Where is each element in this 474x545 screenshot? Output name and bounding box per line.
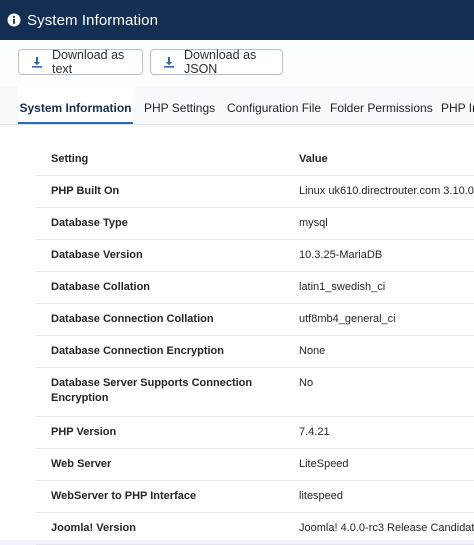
tab-folder-permissions[interactable]: Folder Permissions bbox=[330, 86, 433, 124]
tab-system-information[interactable]: System Information bbox=[18, 86, 133, 124]
download-json-label: Download as JSON bbox=[184, 48, 257, 76]
info-icon bbox=[7, 13, 21, 27]
setting-value: LiteSpeed bbox=[299, 458, 349, 470]
setting-label: Database Connection Encryption bbox=[51, 345, 224, 357]
setting-label: Database Version bbox=[51, 249, 143, 261]
download-text-button[interactable]: Download as text bbox=[18, 48, 143, 76]
download-json-button[interactable]: Download as JSON bbox=[150, 48, 283, 76]
setting-label: Database Collation bbox=[51, 281, 151, 293]
table-row: Database Connection Collation utf8mb4_ge… bbox=[36, 304, 474, 336]
page-header: System Information bbox=[0, 0, 474, 40]
system-info-card: System Information PHP Settings Configur… bbox=[0, 86, 474, 545]
download-icon bbox=[31, 56, 43, 68]
setting-value: 7.4.21 bbox=[299, 426, 330, 438]
toolbar: Download as text Download as JSON bbox=[0, 40, 474, 87]
table-row: Database Connection Encryption None bbox=[36, 336, 474, 368]
setting-value: No bbox=[299, 377, 314, 389]
setting-label: WebServer to PHP Interface bbox=[51, 490, 197, 502]
setting-label: Database Type bbox=[51, 217, 128, 229]
table-header-row: Setting Value bbox=[36, 142, 474, 176]
setting-value: mysql bbox=[299, 217, 328, 229]
tab-php-settings[interactable]: PHP Settings bbox=[144, 86, 215, 124]
download-icon bbox=[163, 56, 175, 68]
setting-value: Joomla! 4.0.0-rc3 Release Candidate bbox=[299, 522, 474, 534]
setting-value: utf8mb4_general_ci bbox=[299, 313, 396, 325]
column-header-value: Value bbox=[299, 153, 328, 165]
table-row: PHP Built On Linux uk610.directrouter.co… bbox=[36, 176, 474, 208]
setting-label: Web Server bbox=[51, 458, 112, 470]
page-title: System Information bbox=[27, 11, 159, 29]
download-text-label: Download as text bbox=[52, 48, 125, 76]
setting-value: None bbox=[299, 345, 326, 357]
setting-label: Database Connection Collation bbox=[51, 313, 214, 325]
setting-label: PHP Built On bbox=[51, 185, 120, 197]
tab-php-information[interactable]: PHP Information bbox=[441, 86, 474, 124]
table-row: Database Type mysql bbox=[36, 208, 474, 240]
table-row: Database Server Supports Connection Encr… bbox=[36, 368, 474, 417]
tab-configuration-file[interactable]: Configuration File bbox=[227, 86, 321, 124]
setting-label: Joomla! Version bbox=[51, 522, 136, 534]
system-info-table: Setting Value PHP Built On Linux uk610.d… bbox=[36, 142, 474, 545]
table-row: PHP Version 7.4.21 bbox=[36, 417, 474, 449]
setting-value: latin1_swedish_ci bbox=[299, 281, 386, 293]
setting-value: litespeed bbox=[299, 490, 344, 502]
setting-label: Database Server Supports Connection Encr… bbox=[51, 377, 253, 404]
column-header-setting: Setting bbox=[51, 153, 89, 165]
setting-label: PHP Version bbox=[51, 426, 117, 438]
table-row: Joomla! Version Joomla! 4.0.0-rc3 Releas… bbox=[36, 513, 474, 545]
table-row: Database Version 10.3.25-MariaDB bbox=[36, 240, 474, 272]
table-row: Web Server LiteSpeed bbox=[36, 449, 474, 481]
table-row: Database Collation latin1_swedish_ci bbox=[36, 272, 474, 304]
setting-value: 10.3.25-MariaDB bbox=[299, 249, 383, 261]
tab-bar: System Information PHP Settings Configur… bbox=[0, 86, 474, 125]
setting-value: Linux uk610.directrouter.com 3.10.0-9 bbox=[299, 185, 474, 197]
table-row: WebServer to PHP Interface litespeed bbox=[36, 481, 474, 513]
